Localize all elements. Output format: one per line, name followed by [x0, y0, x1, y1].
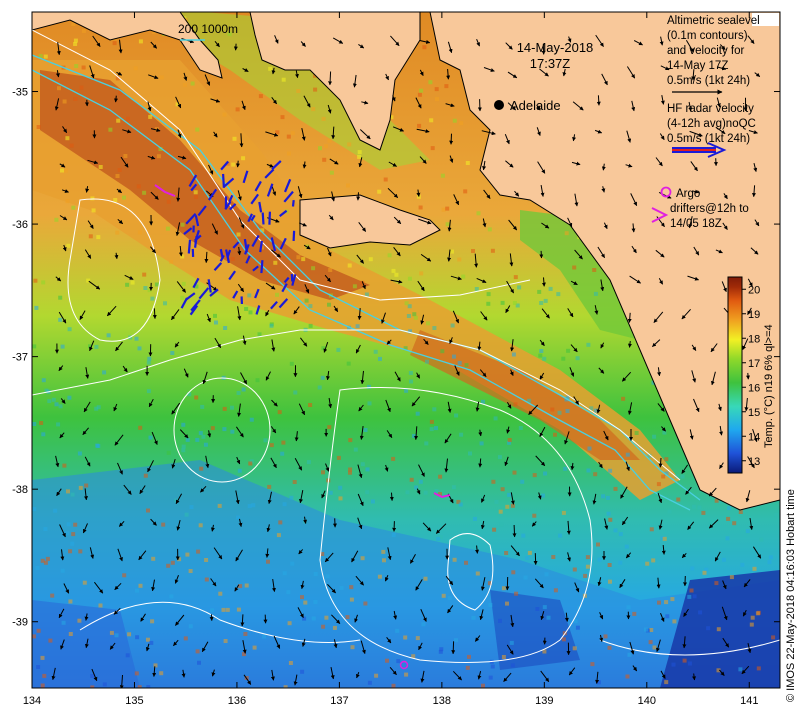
y-tick-label: -35 — [12, 87, 28, 99]
argo-legend-line-1: Argo — [676, 188, 700, 200]
imos-credit: © IMOS 22-May-2018 04:16:03 Hobart time — [785, 489, 797, 702]
colorbar-tick-label: 17 — [748, 358, 760, 370]
map-date: 14-May-2018 — [517, 40, 594, 55]
y-tick-label: -37 — [12, 352, 28, 364]
y-tick-label: -39 — [12, 617, 28, 629]
x-tick-label: 138 — [433, 695, 451, 707]
sealevel-legend-line-1: Altimetric sealevel — [667, 15, 760, 27]
sealevel-legend-line-3: and velocity for — [667, 45, 745, 57]
colorbar-tick-label: 19 — [748, 309, 760, 321]
adelaide-marker-icon — [494, 100, 504, 110]
x-tick-label: 140 — [638, 695, 656, 707]
depth-contour-label: 200 1000m — [178, 22, 238, 36]
colorbar-title: Temp. (°C) n19 6% ql>=4 — [763, 324, 775, 448]
map-time: 17:37Z — [530, 56, 571, 71]
colorbar-tick-label: 20 — [748, 284, 760, 296]
colorbar-tick-label: 14 — [748, 431, 760, 443]
sealevel-legend-line-2: (0.1m contours) — [667, 30, 748, 42]
colorbar-gradient — [727, 276, 743, 474]
argo-legend-line-2: drifters@12h to — [670, 203, 749, 215]
colorbar-tick-label: 16 — [748, 382, 760, 394]
colorbar-tick-label: 18 — [748, 333, 760, 345]
argo-legend-line-3: 14/05 18Z — [670, 218, 722, 230]
adelaide-label: Adelaide — [510, 98, 561, 113]
x-tick-label: 136 — [228, 695, 246, 707]
x-tick-label: 134 — [23, 695, 41, 707]
colorbar-tick-label: 13 — [748, 456, 760, 468]
y-tick-label: -38 — [12, 484, 28, 496]
x-tick-label: 141 — [740, 695, 758, 707]
sealevel-legend-line-5: 0.5m/s (1kt 24h) — [667, 75, 750, 87]
x-tick-label: 137 — [330, 695, 348, 707]
x-tick-label: 139 — [535, 695, 553, 707]
ocean-temperature-map: 134 135 136 137 138 139 140 141 -35 -36 -37 -38 -39… — [12, 11, 797, 707]
y-tick-label: -36 — [12, 219, 28, 231]
radar-legend-line-1: HF radar velocity — [667, 103, 754, 115]
radar-legend-line-2: (4-12h avg)noQC — [667, 118, 756, 130]
x-tick-label: 135 — [125, 695, 143, 707]
colorbar-tick-label: 15 — [748, 407, 760, 419]
sealevel-legend-line-4: 14-May 17Z — [667, 60, 728, 72]
